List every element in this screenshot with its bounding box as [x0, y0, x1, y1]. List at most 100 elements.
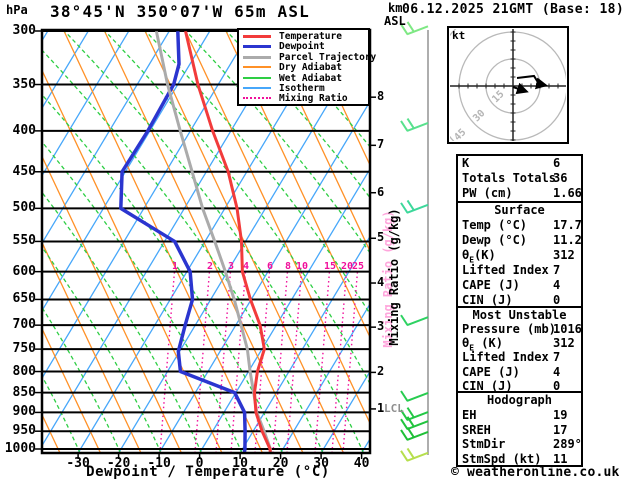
legend-item-label: Dewpoint — [279, 41, 325, 53]
table-row-label: EH — [462, 407, 477, 422]
table-row-label: CIN (J) — [462, 378, 513, 391]
table-row-value: 1.66 — [553, 186, 581, 200]
km-tick-label: 2 — [377, 364, 385, 379]
table-row-label: θE (K) — [462, 336, 503, 353]
pressure-tick-label: 850 — [12, 384, 36, 400]
wind-barb — [400, 199, 429, 214]
datetime-label: 06.12.2025 21GMT (Base: 18) — [402, 2, 625, 17]
wind-barb — [400, 118, 429, 132]
pressure-tick-label: 450 — [12, 163, 36, 179]
wind-barb — [400, 390, 429, 402]
temperature-tick-label: 20 — [272, 456, 289, 471]
pressure-tick-label: 350 — [12, 76, 36, 92]
pressure-tick-label: 750 — [12, 341, 36, 357]
pressure-tick-label: 800 — [12, 363, 36, 379]
legend-sample-line — [243, 45, 271, 49]
legend-item-label: Parcel Trajectory — [279, 51, 377, 63]
svg-text:6: 6 — [267, 261, 273, 272]
svg-text:1: 1 — [172, 261, 178, 272]
legend-item-label: Temperature — [279, 31, 342, 42]
legend-item: Mixing Ratio — [239, 93, 368, 105]
hodograph-trace — [512, 82, 529, 95]
wind-barb — [400, 416, 429, 431]
table-row-label: StmSpd (kt) — [462, 452, 542, 465]
table-section: Surface Temp (°C) 17.7 Dewp (°C) 11.2 θE(K) 31… — [458, 201, 581, 306]
table-row-value: 17.7 — [553, 218, 581, 232]
table-row: Lifted Index 7 — [458, 263, 581, 278]
legend-sample-line — [243, 55, 271, 59]
table-row-value: 6 — [553, 156, 561, 170]
table-row-value: 11 — [553, 452, 568, 465]
table-row: K6 — [458, 156, 581, 171]
table-row-label: Totals Totals — [462, 171, 556, 185]
legend-item-label: Wet Adiabat — [279, 72, 342, 84]
svg-text:30: 30 — [471, 108, 487, 124]
table-row: EH 19 — [458, 408, 581, 423]
svg-text:45: 45 — [452, 127, 468, 143]
table-row-label: Temp (°C) — [462, 218, 528, 232]
legend-item: Dewpoint — [239, 41, 368, 53]
pressure-tick-label: 400 — [12, 122, 36, 138]
km-tick-label: 8 — [377, 89, 385, 104]
temperature-tick-label: -10 — [147, 456, 171, 471]
svg-text:3: 3 — [228, 261, 234, 272]
table-row: θE (K) 312 — [458, 336, 581, 353]
temperature-tick-label: 0 — [195, 456, 204, 471]
km-tick-label: 6 — [377, 184, 385, 199]
legend-item-label: Dry Adiabat — [279, 62, 342, 74]
table-section: K 6 Totals Totals 36 PW (cm) 1.66 — [458, 156, 581, 201]
table-row: PW (cm) 1.66 — [458, 186, 581, 201]
table-row-value: 19 — [553, 407, 568, 422]
table-row: SREH 17 — [458, 423, 581, 438]
table-row-value: 312 — [553, 336, 575, 351]
legend-item: Isotherm — [239, 83, 368, 94]
wind-barb — [400, 426, 429, 441]
table-row-label: CAPE (J) — [462, 278, 520, 292]
table-row: Dewp (°C) 11.2 — [458, 233, 581, 248]
table-section-header: Most Unstable — [472, 308, 567, 322]
legend-item-label: Mixing Ratio — [279, 93, 348, 105]
wind-barb — [400, 314, 429, 327]
table-row: Temp (°C) 17.7 — [458, 218, 581, 233]
legend-item: Dry Adiabat — [239, 62, 368, 74]
svg-text:25: 25 — [352, 261, 364, 272]
pressure-tick-label: 600 — [12, 263, 36, 279]
temperature-tick-label: 40 — [353, 456, 370, 471]
pressure-tick-label: 300 — [12, 23, 36, 38]
table-row-label: Pressure (mb) — [462, 322, 556, 337]
table-row: Pressure (mb) 1016 — [458, 322, 581, 336]
table-row-label: K — [462, 156, 470, 170]
legend-sample-line — [243, 66, 271, 69]
legend-item: Parcel Trajectory — [239, 52, 376, 63]
lcl-label: LCL — [384, 402, 404, 415]
table-section: Hodograph EH 19 SREH 17 StmDir 289° StmSpd (kt)… — [458, 391, 581, 465]
table-row-value: 0 — [553, 293, 561, 306]
table-row-value: 7 — [553, 350, 561, 365]
legend-sample-line — [243, 86, 271, 89]
table-row-value: 4 — [553, 364, 561, 379]
km-tick-label: 3 — [377, 319, 385, 334]
table-row-label: PW (cm) — [462, 186, 513, 200]
pressure-tick-label: 950 — [12, 423, 36, 439]
table-row: θE(K) 312 — [458, 248, 581, 264]
table-row-value: 1016 — [553, 322, 581, 337]
table-row-value: 289° — [553, 437, 581, 452]
table-row: Totals Totals 36 — [458, 171, 581, 186]
legend: Temperature Dewpoint Parcel Trajectory Dry … — [237, 28, 376, 106]
table-row-label: CAPE (J) — [462, 364, 520, 379]
legend-sample-line — [243, 97, 271, 100]
table-section-header: Hodograph — [486, 393, 553, 407]
temperature-tick-label: -30 — [66, 456, 90, 471]
pressure-unit-label: hPa — [6, 3, 28, 17]
table-row-label: StmDir — [462, 437, 506, 452]
table-row-label: Lifted Index — [462, 350, 549, 365]
svg-text:15: 15 — [490, 89, 506, 105]
temperature-tick-label: -20 — [106, 456, 131, 471]
svg-text:8: 8 — [285, 261, 291, 272]
table-row-value: 312 — [553, 248, 575, 262]
copyright: © weatheronline.co.uk — [451, 465, 620, 480]
legend-sample-line — [243, 35, 271, 38]
table-row-value: 0 — [553, 378, 561, 391]
pressure-tick-label: 900 — [12, 404, 36, 420]
table-row: CIN (J) 0 — [458, 379, 581, 391]
